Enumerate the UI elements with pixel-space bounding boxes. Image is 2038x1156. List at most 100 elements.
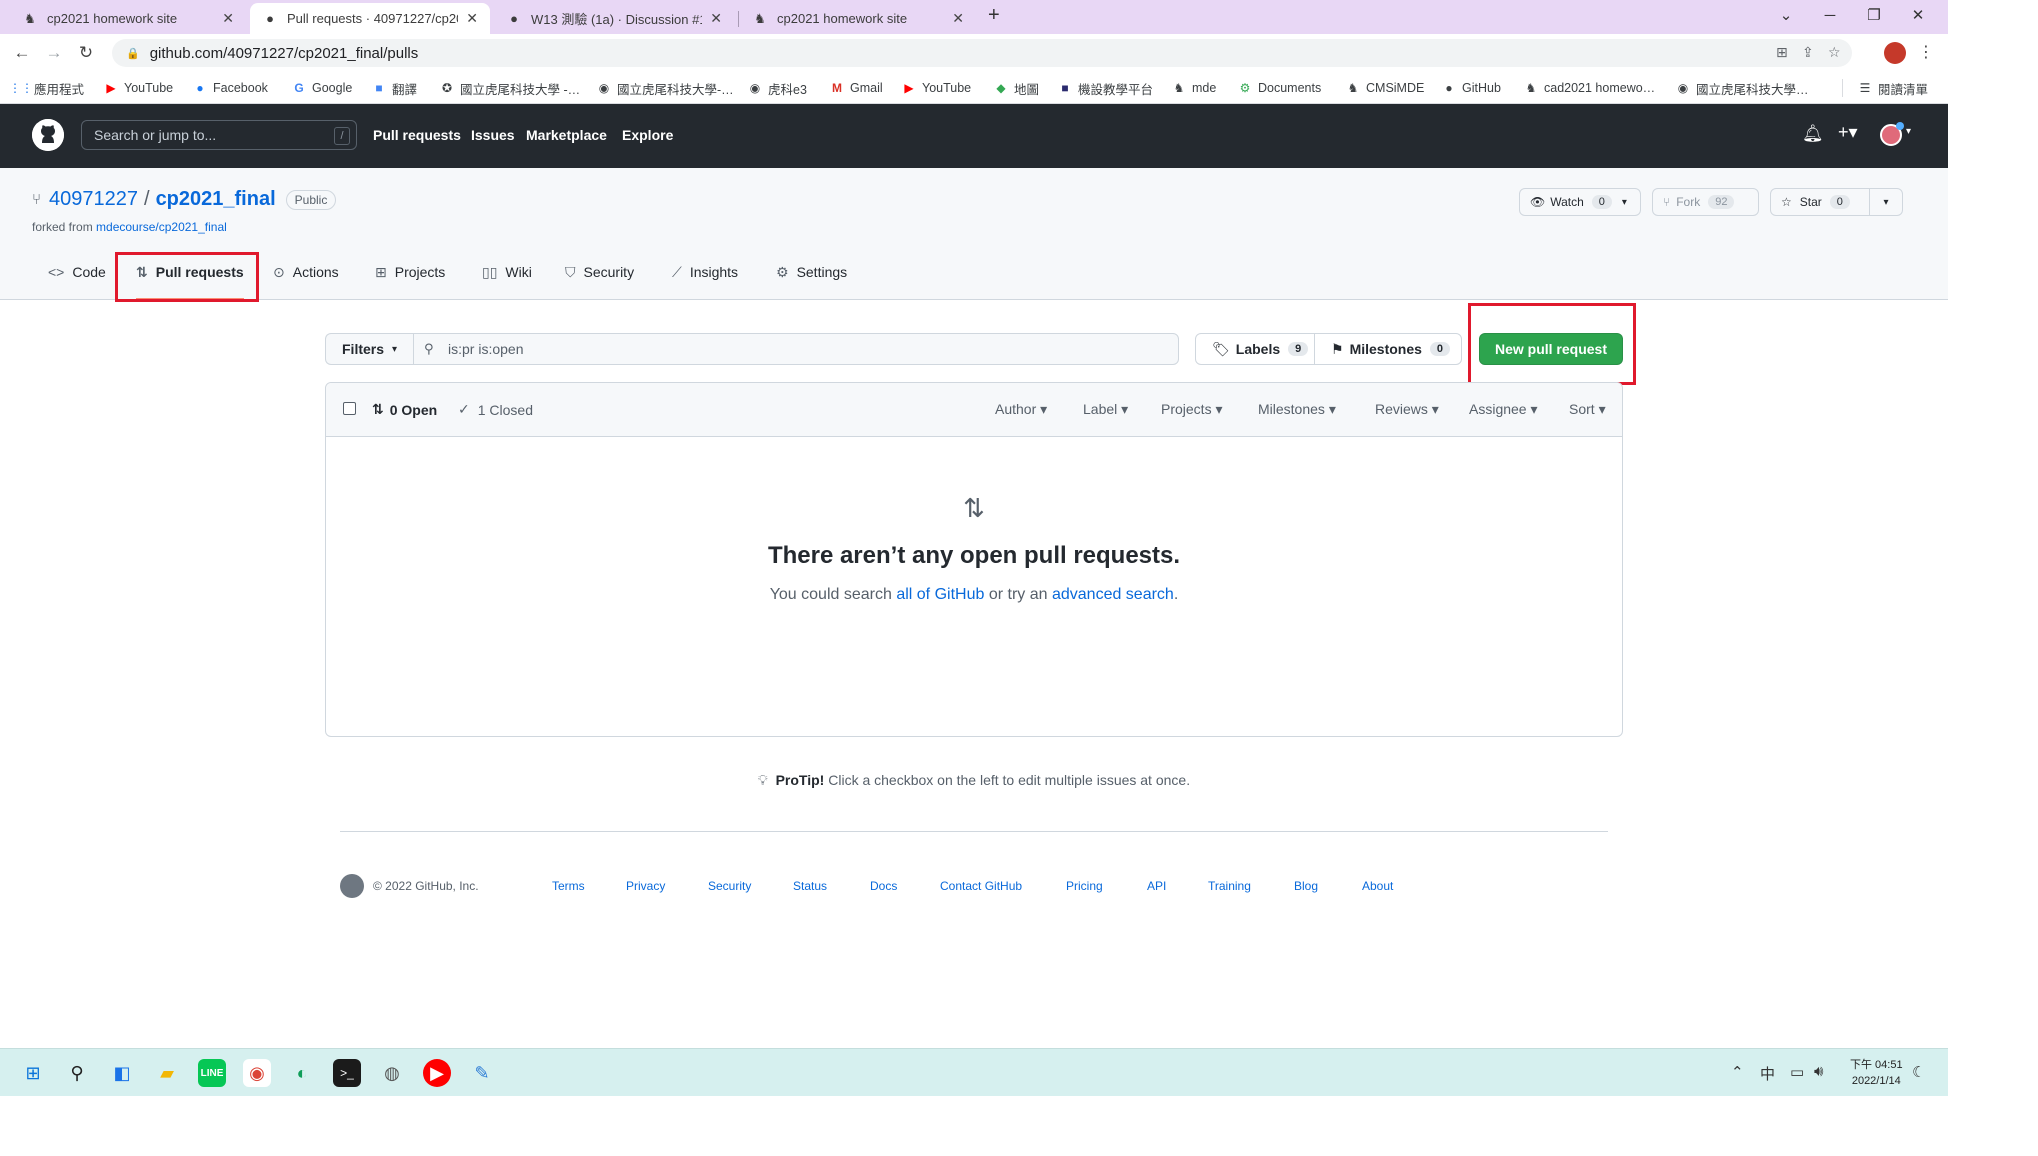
bookmark-maps[interactable]: ◆ 地圖	[994, 78, 1039, 98]
header-nav-issues[interactable]: Issues	[471, 127, 515, 143]
bookmark-facebook[interactable]: ● Facebook	[193, 78, 268, 98]
watch-button[interactable]: 👁︎ Watch 0 ▾	[1519, 188, 1641, 216]
advanced-search-link[interactable]: advanced search	[1052, 586, 1174, 603]
footer-link-security[interactable]: Security	[708, 879, 751, 893]
close-icon[interactable]: ✕	[222, 10, 234, 27]
tab-code[interactable]: <> Code	[48, 264, 106, 300]
close-icon[interactable]: ✕	[466, 10, 478, 27]
browser-tab-3[interactable]: ● W13 測驗 (1a) · Discussion #18 ✕	[494, 3, 734, 34]
minimize-icon[interactable]: ─	[1808, 0, 1852, 30]
network-icon[interactable]: ▭	[1790, 1063, 1804, 1081]
back-icon[interactable]: ←	[8, 39, 36, 67]
bookmark-star-icon[interactable]: ☆	[1828, 44, 1841, 61]
bookmark-cmsimde[interactable]: ♞ CMSiMDE	[1346, 78, 1425, 98]
search-icon[interactable]: ⚲	[63, 1059, 91, 1087]
tab-projects[interactable]: ⊞ Projects	[375, 264, 445, 300]
label-dropdown[interactable]: Label ▾	[1083, 401, 1128, 418]
footer-link-training[interactable]: Training	[1208, 879, 1251, 893]
restore-icon[interactable]: ❐	[1852, 0, 1896, 30]
labels-button[interactable]: 🏷︎ Labels 9	[1195, 333, 1315, 365]
close-icon[interactable]: ✕	[710, 10, 722, 27]
youtube-music-icon[interactable]: ▶	[423, 1059, 451, 1087]
footer-link-about[interactable]: About	[1362, 879, 1393, 893]
translate-icon[interactable]: ⊞	[1776, 44, 1788, 61]
repo-name-link[interactable]: cp2021_final	[156, 188, 276, 211]
github-logo-icon[interactable]	[32, 119, 64, 151]
tray-chevron-up-icon[interactable]: ⌃	[1731, 1063, 1744, 1081]
select-all-checkbox[interactable]	[343, 402, 356, 415]
browser-tab-1[interactable]: ♞ cp2021 homework site ✕	[10, 3, 246, 34]
projects-dropdown[interactable]: Projects ▾	[1161, 401, 1223, 418]
share-icon[interactable]: ⇪	[1802, 44, 1814, 61]
window-close-icon[interactable]: ✕	[1896, 0, 1940, 30]
bookmark-youtube-2[interactable]: ▶ YouTube	[902, 78, 971, 98]
header-nav-explore[interactable]: Explore	[622, 127, 673, 143]
repo-owner-link[interactable]: 40971227	[49, 188, 138, 211]
tab-search-icon[interactable]: ⌄	[1764, 0, 1808, 30]
profile-avatar[interactable]	[1884, 42, 1906, 64]
bookmark-nfu-3[interactable]: ◉ 國立虎尾科技大學…	[1676, 78, 1809, 98]
bookmark-reading-list[interactable]: ☰ 閱讀清單	[1858, 78, 1928, 98]
bookmark-apps[interactable]: ⋮⋮ 應用程式	[9, 78, 84, 98]
header-nav-pull-requests[interactable]: Pull requests	[373, 127, 461, 143]
paint-app-icon[interactable]: ✎	[468, 1059, 496, 1087]
plus-dropdown-icon[interactable]: +▾	[1838, 122, 1858, 143]
tab-security[interactable]: ⛉ Security	[565, 264, 634, 300]
author-dropdown[interactable]: Author ▾	[995, 401, 1047, 418]
footer-link-docs[interactable]: Docs	[870, 879, 897, 893]
volume-icon[interactable]: 🔊︎	[1814, 1063, 1823, 1080]
filters-button[interactable]: Filters ▾	[325, 333, 413, 365]
footer-link-blog[interactable]: Blog	[1294, 879, 1318, 893]
taskbar-clock[interactable]: 下午 04:51 2022/1/14	[1850, 1057, 1903, 1089]
bookmark-youtube[interactable]: ▶ YouTube	[104, 78, 173, 98]
bookmark-translate[interactable]: ■ 翻譯	[372, 78, 417, 98]
header-nav-marketplace[interactable]: Marketplace	[526, 127, 607, 143]
sort-dropdown[interactable]: Sort ▾	[1569, 401, 1606, 418]
bookmark-github[interactable]: ● GitHub	[1442, 78, 1501, 98]
forward-icon[interactable]: →	[40, 39, 68, 67]
address-bar[interactable]: 🔒 github.com/40971227/cp2021_final/pulls…	[112, 39, 1852, 67]
star-dropdown-button[interactable]: ▾	[1869, 188, 1903, 216]
forked-from-link[interactable]: mdecourse/cp2021_final	[96, 220, 227, 234]
bookmark-mde[interactable]: ♞ mde	[1172, 78, 1217, 98]
bookmark-e3[interactable]: ◉ 虎科e3	[748, 78, 807, 98]
tab-insights[interactable]: ⟋ Insights	[672, 264, 738, 300]
windows-start-icon[interactable]: ⊞	[19, 1059, 47, 1087]
tab-wiki[interactable]: ▯▯ Wiki	[482, 264, 532, 300]
new-pull-request-button[interactable]: New pull request	[1479, 333, 1623, 365]
issue-search-input[interactable]: ⚲ is:pr is:open	[413, 333, 1179, 365]
bookmark-gmail[interactable]: M Gmail	[830, 78, 883, 98]
notification-moon-icon[interactable]: ☾	[1912, 1063, 1925, 1081]
assignee-dropdown[interactable]: Assignee ▾	[1469, 401, 1538, 418]
bookmark-documents[interactable]: ⚙ Documents	[1238, 78, 1322, 98]
task-view-icon[interactable]: ◧	[108, 1059, 136, 1087]
footer-link-terms[interactable]: Terms	[552, 879, 585, 893]
new-tab-button[interactable]: +	[988, 4, 1000, 27]
tab-pull-requests[interactable]: ⇅ Pull requests	[136, 264, 244, 300]
bookmark-nfu-2[interactable]: ◉ 國立虎尾科技大學-…	[597, 78, 734, 98]
fork-button[interactable]: ⑂ Fork 92	[1652, 188, 1759, 216]
line-app-icon[interactable]: LINE	[198, 1059, 226, 1087]
chrome-icon[interactable]: ◉	[243, 1059, 271, 1087]
github-footer-logo-icon[interactable]	[340, 874, 364, 898]
footer-link-api[interactable]: API	[1147, 879, 1166, 893]
app-globe-icon[interactable]: ◍	[378, 1059, 406, 1087]
github-search-input[interactable]: Search or jump to... /	[81, 120, 357, 150]
open-filter[interactable]: ⇅ 0 Open	[372, 401, 437, 418]
footer-link-pricing[interactable]: Pricing	[1066, 879, 1103, 893]
bookmark-teaching-platform[interactable]: ■ 機設教學平台	[1058, 78, 1153, 98]
terminal-icon[interactable]: >_	[333, 1059, 361, 1087]
milestones-button[interactable]: ⚑ Milestones 0	[1314, 333, 1462, 365]
milestones-dropdown[interactable]: Milestones ▾	[1258, 401, 1336, 418]
browser-tab-2[interactable]: ● Pull requests · 40971227/cp20… ✕	[250, 3, 490, 34]
menu-kebab-icon[interactable]: ⋮	[1918, 42, 1934, 62]
edge-icon[interactable]: ◐	[288, 1059, 316, 1087]
closed-filter[interactable]: ✓ 1 Closed	[458, 401, 533, 418]
close-icon[interactable]: ✕	[952, 10, 964, 27]
browser-tab-4[interactable]: ♞ cp2021 homework site ✕	[740, 3, 976, 34]
file-explorer-icon[interactable]: ▰	[153, 1059, 181, 1087]
tab-actions[interactable]: ⊙ Actions	[273, 264, 339, 300]
bookmark-cad2021[interactable]: ♞ cad2021 homewo…	[1524, 78, 1656, 98]
star-button[interactable]: ☆ Star 0	[1770, 188, 1870, 216]
bookmark-nfu-1[interactable]: ✪ 國立虎尾科技大學 -…	[440, 78, 580, 98]
